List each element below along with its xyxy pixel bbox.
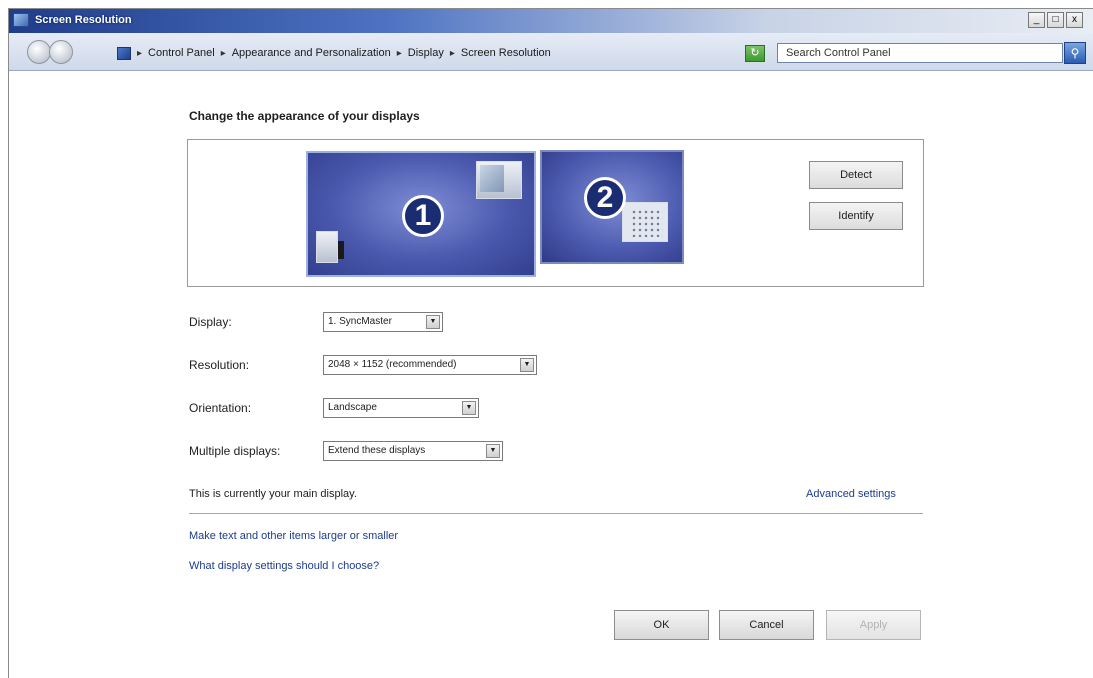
orientation-label: Orientation: (189, 401, 252, 415)
monitor-number-2: 2 (584, 177, 626, 219)
chevron-right-icon[interactable]: ▸ (137, 48, 142, 59)
chevron-right-icon[interactable]: ▸ (221, 48, 226, 59)
search-input[interactable]: Search Control Panel (777, 43, 1063, 63)
window-thumbnail-icon (316, 231, 338, 263)
breadcrumb-control-panel[interactable]: Control Panel (148, 47, 215, 59)
window-thumbnail-icon (476, 161, 522, 199)
refresh-icon[interactable]: ↻ (745, 45, 765, 62)
cancel-button[interactable]: Cancel (719, 610, 814, 640)
display-select[interactable]: 1. SyncMaster ▼ (323, 312, 443, 332)
breadcrumb[interactable]: ▸ Control Panel ▸ Appearance and Persona… (117, 42, 737, 64)
display-help-link[interactable]: What display settings should I choose? (189, 560, 379, 572)
chevron-right-icon[interactable]: ▸ (397, 48, 402, 59)
main-display-status: This is currently your main display. (189, 488, 357, 500)
forward-button[interactable] (49, 40, 73, 64)
monitor-number-1: 1 (402, 195, 444, 237)
address-bar: ▸ Control Panel ▸ Appearance and Persona… (9, 33, 1093, 71)
apply-button[interactable]: Apply (826, 610, 921, 640)
window-controls: _ □ x (1028, 12, 1083, 28)
search-icon[interactable]: ⚲ (1064, 42, 1086, 64)
resolution-value: 2048 × 1152 (recommended) (328, 359, 457, 370)
multiple-displays-label: Multiple displays: (189, 444, 281, 458)
chevron-right-icon[interactable]: ▸ (450, 48, 455, 59)
ok-button[interactable]: OK (614, 610, 709, 640)
window-thumbnail-icon (338, 241, 344, 259)
divider (189, 513, 923, 514)
orientation-value: Landscape (328, 402, 377, 413)
breadcrumb-screen-resolution[interactable]: Screen Resolution (461, 47, 551, 59)
chevron-down-icon[interactable]: ▼ (520, 358, 534, 372)
multiple-displays-select[interactable]: Extend these displays ▼ (323, 441, 503, 461)
display-value: 1. SyncMaster (328, 316, 392, 327)
back-button[interactable] (27, 40, 51, 64)
text-size-link[interactable]: Make text and other items larger or smal… (189, 530, 398, 542)
title-bar: Screen Resolution _ □ x (9, 9, 1093, 33)
chevron-down-icon[interactable]: ▼ (462, 401, 476, 415)
detect-button[interactable]: Detect (809, 161, 903, 189)
resolution-label: Resolution: (189, 358, 250, 372)
monitor-2[interactable]: 2 (540, 150, 684, 264)
resolution-select[interactable]: 2048 × 1152 (recommended) ▼ (323, 355, 537, 375)
minimize-button[interactable]: _ (1028, 12, 1045, 28)
screen-resolution-window: Screen Resolution _ □ x ▸ Control Panel … (8, 8, 1093, 678)
monitor-1[interactable]: 1 (306, 151, 536, 277)
multiple-displays-value: Extend these displays (328, 445, 426, 456)
identify-button[interactable]: Identify (809, 202, 903, 230)
window-title: Screen Resolution (35, 14, 132, 26)
maximize-button[interactable]: □ (1047, 12, 1064, 28)
display-icon (13, 13, 29, 27)
orientation-select[interactable]: Landscape ▼ (323, 398, 479, 418)
chevron-down-icon[interactable]: ▼ (486, 444, 500, 458)
close-button[interactable]: x (1066, 12, 1083, 28)
advanced-settings-link[interactable]: Advanced settings (806, 488, 896, 500)
display-label: Display: (189, 315, 232, 329)
chevron-down-icon[interactable]: ▼ (426, 315, 440, 329)
breadcrumb-display[interactable]: Display (408, 47, 444, 59)
window-thumbnail-icon (622, 202, 668, 242)
control-panel-icon (117, 46, 131, 60)
page-title: Change the appearance of your displays (189, 109, 420, 123)
breadcrumb-appearance[interactable]: Appearance and Personalization (232, 47, 391, 59)
